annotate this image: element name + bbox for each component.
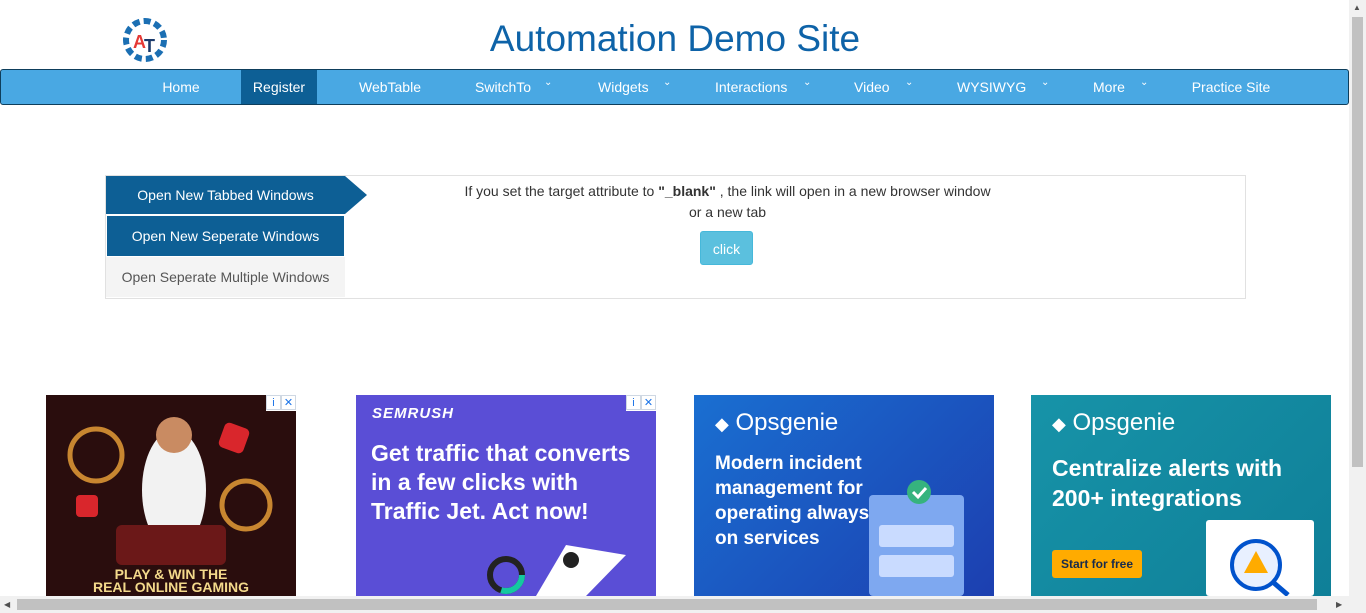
main-navbar: Home Register WebTable SwitchTo ⌄ Widget… <box>0 69 1349 105</box>
nav-practice-site-label: Practice Site <box>1191 79 1271 95</box>
ad-semrush-headline: Get traffic that converts in a few click… <box>371 440 631 524</box>
nav-more-label: More <box>1093 79 1125 95</box>
ad-controls: i ✕ <box>266 395 296 411</box>
nav-video[interactable]: Video ⌄ <box>841 70 926 104</box>
tab-open-new-seperate-windows[interactable]: Open New Seperate Windows <box>107 216 344 256</box>
ad-close-icon[interactable]: ✕ <box>281 395 296 410</box>
nav-video-label: Video <box>854 79 890 95</box>
tab-open-seperate-multiple-windows[interactable]: Open Seperate Multiple Windows <box>106 257 345 297</box>
nav-more[interactable]: More ⌄ <box>1076 70 1161 104</box>
nav-home-label: Home <box>162 79 200 95</box>
chevron-down-icon: ⌄ <box>1140 77 1149 88</box>
nav-interactions[interactable]: Interactions ⌄ <box>701 70 826 104</box>
nav-practice-site[interactable]: Practice Site <box>1176 70 1286 104</box>
nav-wysiwyg-label: WYSIWYG <box>957 79 1027 95</box>
description-line2: or a new tab <box>688 204 767 220</box>
chevron-down-icon: ⌄ <box>905 77 914 88</box>
nav-register-label: Register <box>252 79 306 95</box>
ad-controls: i ✕ <box>626 395 656 411</box>
ad-opsgenie-headline: Centralize alerts with 200+ integrations <box>1052 455 1283 511</box>
opsgenie-logo-icon: ◆ <box>715 414 729 434</box>
nav-switchto[interactable]: SwitchTo ⌄ <box>456 70 566 104</box>
ad-start-for-free-button[interactable]: Start for free <box>1052 550 1143 578</box>
description-text-cont: , the link will open in a new browser wi… <box>715 183 991 199</box>
tab-description: If you set the target attribute to "_bla… <box>455 181 1000 223</box>
advertisement-semrush[interactable]: SEMRUSH Get traffic that converts in a f… <box>356 395 656 596</box>
active-tab-arrow <box>345 176 367 214</box>
nav-home[interactable]: Home <box>123 70 239 104</box>
click-button[interactable]: click <box>700 231 753 265</box>
advertisement-opsgenie-2[interactable]: ◆ Opsgenie Centralize alerts with 200+ i… <box>1031 395 1331 596</box>
nav-widgets[interactable]: Widgets ⌄ <box>581 70 686 104</box>
advertisement-gaming[interactable]: PLAY & WIN THE REAL ONLINE GAMING i ✕ <box>46 395 296 596</box>
horizontal-scroll-thumb[interactable] <box>17 599 1317 610</box>
ad-opsgenie-brand-text: Opsgenie <box>1072 409 1176 436</box>
chevron-down-icon: ⌄ <box>803 77 812 88</box>
ad-info-icon[interactable]: i <box>266 395 281 410</box>
nav-register[interactable]: Register <box>241 70 317 104</box>
ad-semrush-brand: SEMRUSH <box>372 405 455 422</box>
ad-gaming-promo: PLAY & WIN THE REAL ONLINE GAMING <box>46 567 296 595</box>
scroll-up-icon[interactable]: ▲ <box>1353 3 1361 12</box>
chevron-down-icon: ⌄ <box>1041 77 1050 88</box>
ad-opsgenie-brand: ◆ Opsgenie <box>715 409 838 437</box>
vertical-scroll-thumb[interactable] <box>1352 17 1363 467</box>
ad-opsgenie-headline: Modern incident management for operating… <box>715 453 876 549</box>
description-keyword: "_blank" <box>658 183 716 199</box>
nav-widgets-label: Widgets <box>598 79 649 95</box>
nav-switchto-label: SwitchTo <box>475 79 532 95</box>
chevron-down-icon: ⌄ <box>663 77 672 88</box>
chevron-down-icon: ⌄ <box>544 77 553 88</box>
nav-webtable-label: WebTable <box>358 79 421 95</box>
nav-interactions-label: Interactions <box>715 79 788 95</box>
horizontal-scrollbar[interactable]: ◀ ▶ <box>0 596 1366 613</box>
ad-close-icon[interactable]: ✕ <box>641 395 656 410</box>
ad-opsgenie-brand: ◆ Opsgenie <box>1052 409 1175 437</box>
ad-gaming-promo-line2: REAL ONLINE GAMING <box>92 579 250 595</box>
nav-wysiwyg[interactable]: WYSIWYG ⌄ <box>941 70 1056 104</box>
page-title: Automation Demo Site <box>489 18 861 59</box>
scroll-left-icon[interactable]: ◀ <box>4 600 10 609</box>
tab-open-new-tabbed-windows[interactable]: Open New Tabbed Windows <box>106 176 345 214</box>
vertical-scrollbar[interactable]: ▲ <box>1349 0 1366 596</box>
opsgenie-logo-icon: ◆ <box>1052 414 1066 434</box>
ad-opsgenie-illustration <box>869 480 964 596</box>
scroll-right-icon[interactable]: ▶ <box>1336 600 1342 609</box>
nav-webtable[interactable]: WebTable <box>341 70 439 104</box>
description-text: If you set the target attribute to <box>464 183 659 199</box>
ad-opsgenie-alert-illustration <box>1206 520 1314 596</box>
advertisement-opsgenie-1[interactable]: ◆ Opsgenie Modern incident management fo… <box>694 395 994 596</box>
ad-opsgenie-brand-text: Opsgenie <box>735 409 839 436</box>
ad-semrush-illustration <box>487 545 626 596</box>
ad-info-icon[interactable]: i <box>626 395 641 410</box>
